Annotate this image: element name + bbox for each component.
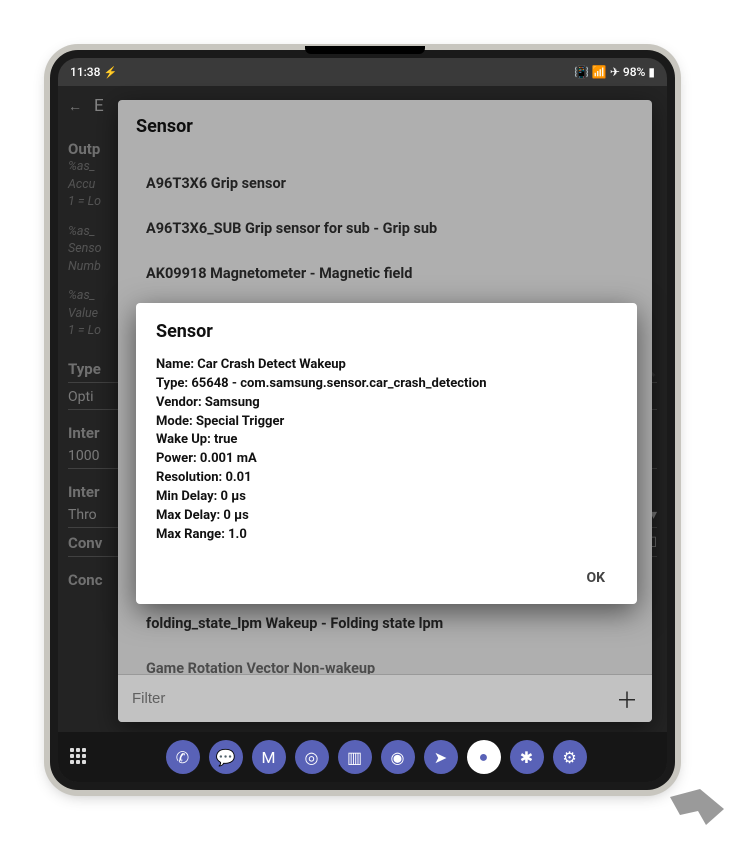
sensor-detail-dialog: Sensor Name: Car Crash Detect Wakeup Typ…	[136, 303, 637, 604]
vibrate-icon: 📳	[574, 65, 589, 79]
sensor-list-item[interactable]: A96T3X6 Grip sensor	[136, 161, 634, 206]
status-right: 📳 📶 ✈ 98% ▮	[574, 65, 655, 79]
dock-snow-icon[interactable]: ✱	[510, 740, 544, 774]
bg-title: E	[94, 96, 104, 116]
dialog-field-type: Type: 65648 - com.samsung.sensor.car_cra…	[156, 375, 617, 394]
dialog-field-resolution: Resolution: 0.01	[156, 469, 617, 488]
dock-assistant-icon[interactable]: ●	[467, 740, 501, 774]
dialog-field-min-delay: Min Delay: 0 µs	[156, 488, 617, 507]
sensor-list-item[interactable]: AK09918 Magnetometer - Magnetic field	[136, 251, 634, 296]
dialog-field-power: Power: 0.001 mA	[156, 450, 617, 469]
status-time: 11:38 ⚡	[70, 65, 117, 79]
charging-icon: ⚡	[103, 66, 117, 79]
app-drawer-icon[interactable]	[70, 748, 88, 766]
sensor-list-title: Sensor	[136, 116, 634, 137]
dialog-field-mode: Mode: Special Trigger	[156, 413, 617, 432]
dock-mail-icon[interactable]: M	[252, 740, 286, 774]
dialog-field-wakeup: Wake Up: true	[156, 431, 617, 450]
airplane-icon: ✈	[610, 65, 620, 79]
watermark-icon	[670, 777, 724, 836]
ok-button[interactable]: OK	[574, 562, 617, 594]
dock-bar: ✆ 💬 M ◎ ▥ ◉ ➤ ● ✱ ⚙	[97, 740, 655, 774]
status-bar: 11:38 ⚡ 📳 📶 ✈ 98% ▮	[58, 58, 667, 86]
nav-bar: ✆ 💬 M ◎ ▥ ◉ ➤ ● ✱ ⚙	[58, 732, 667, 782]
back-icon[interactable]: ←	[68, 98, 82, 115]
filter-input[interactable]	[132, 690, 616, 707]
device-frame: 11:38 ⚡ 📳 📶 ✈ 98% ▮ ← E Outp %as_Accu1 =…	[50, 50, 675, 790]
dock-phone-icon[interactable]: ✆	[166, 740, 200, 774]
dialog-field-vendor: Vendor: Samsung	[156, 394, 617, 413]
battery-icon: ▮	[648, 65, 655, 79]
wifi-icon: 📶	[592, 65, 607, 79]
dialog-field-max-range: Max Range: 1.0	[156, 526, 617, 545]
add-icon[interactable]: ＋	[616, 683, 638, 715]
dialog-field-max-delay: Max Delay: 0 µs	[156, 507, 617, 526]
dialog-title: Sensor	[156, 321, 617, 342]
dock-browser-icon[interactable]: ◎	[295, 740, 329, 774]
dock-settings-icon[interactable]: ⚙	[553, 740, 587, 774]
dialog-field-name: Name: Car Crash Detect Wakeup	[156, 356, 617, 375]
sensor-list-item[interactable]: A96T3X6_SUB Grip sensor for sub - Grip s…	[136, 206, 634, 251]
device-notch	[305, 46, 425, 54]
battery-text: 98%	[623, 65, 645, 79]
dock-chat-icon[interactable]: 💬	[209, 740, 243, 774]
sensor-list-item[interactable]: folding_state_lpm Wakeup - Folding state…	[136, 601, 634, 646]
screen: 11:38 ⚡ 📳 📶 ✈ 98% ▮ ← E Outp %as_Accu1 =…	[58, 58, 667, 782]
filter-row: ＋	[118, 674, 652, 722]
dock-send-icon[interactable]: ➤	[424, 740, 458, 774]
dock-notes-icon[interactable]: ▥	[338, 740, 372, 774]
dock-camera-icon[interactable]: ◉	[381, 740, 415, 774]
